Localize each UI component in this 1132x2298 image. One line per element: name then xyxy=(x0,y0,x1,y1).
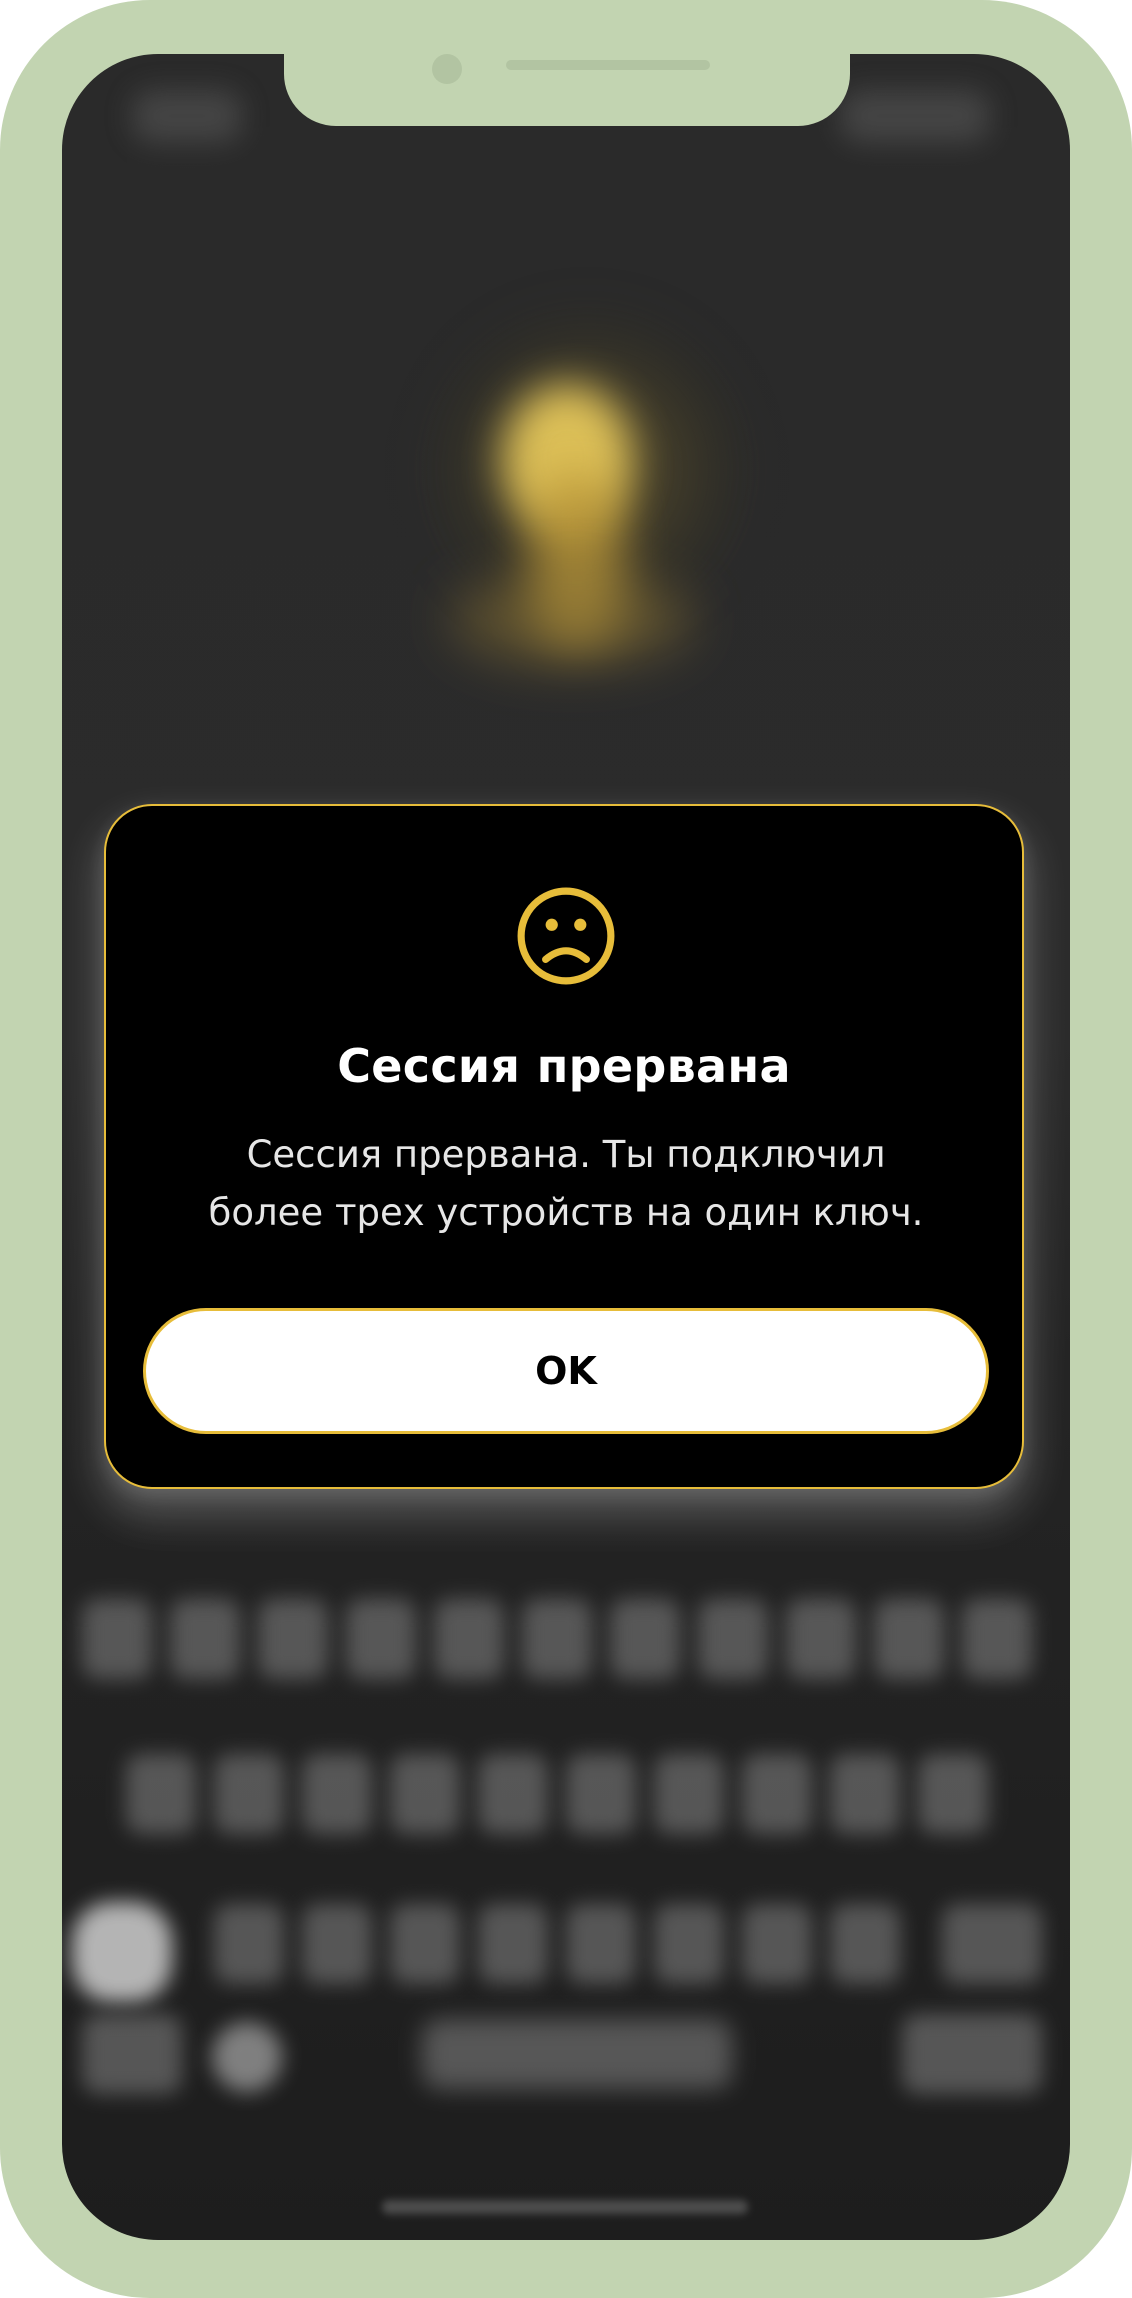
keyboard-key xyxy=(874,1599,944,1679)
keyboard-key xyxy=(258,1599,328,1679)
keyboard-key xyxy=(82,1599,152,1679)
keyboard-key xyxy=(302,1754,372,1834)
ok-button[interactable]: OK xyxy=(143,1308,989,1434)
phone-notch xyxy=(284,54,850,126)
space-bar xyxy=(422,2019,732,2089)
keyboard-key xyxy=(302,1904,372,1984)
session-ended-dialog: Сессия прервана Сессия прервана. Ты подк… xyxy=(104,804,1024,1489)
dialog-title: Сессия прервана xyxy=(337,1039,791,1093)
keyboard-key xyxy=(522,1599,592,1679)
keyboard-key xyxy=(942,1904,1042,1984)
keyboard-key xyxy=(82,2014,182,2094)
keyboard-key xyxy=(742,1754,812,1834)
keyboard-key xyxy=(214,1904,284,1984)
keyboard-key xyxy=(962,1599,1032,1679)
keyboard-key xyxy=(610,1599,680,1679)
keyboard-key xyxy=(434,1599,504,1679)
keyboard-key xyxy=(654,1904,724,1984)
status-bar-time xyxy=(132,90,242,142)
phone-screen: Сессия прервана Сессия прервана. Ты подк… xyxy=(62,54,1070,2240)
keyboard-key xyxy=(918,1754,988,1834)
dialog-message-line: более трех устройств на один ключ. xyxy=(208,1191,924,1234)
globe-key xyxy=(212,2022,282,2092)
keyboard-key xyxy=(390,1754,460,1834)
sad-face-icon xyxy=(517,887,615,985)
shift-key xyxy=(72,1902,172,2002)
keyboard-key xyxy=(478,1904,548,1984)
keyboard-key xyxy=(214,1754,284,1834)
phone-frame: Сессия прервана Сессия прервана. Ты подк… xyxy=(0,0,1132,2298)
keyboard-key xyxy=(346,1599,416,1679)
keyboard-key xyxy=(126,1754,196,1834)
keyboard-key xyxy=(478,1754,548,1834)
keyboard-key xyxy=(698,1599,768,1679)
keyboard-key xyxy=(566,1754,636,1834)
keyboard-key xyxy=(390,1904,460,1984)
home-indicator xyxy=(382,2200,748,2214)
keyboard-key xyxy=(830,1754,900,1834)
dialog-message: Сессия прервана. Ты подключил более трех… xyxy=(166,1126,966,1242)
status-bar-indicators xyxy=(840,90,990,142)
front-camera-icon xyxy=(432,54,462,84)
keyboard-key xyxy=(742,1904,812,1984)
keyboard-key xyxy=(654,1754,724,1834)
earpiece-speaker xyxy=(506,60,710,70)
keyhole-base xyxy=(452,574,692,664)
keyboard-key xyxy=(902,2014,1042,2094)
keyboard-key xyxy=(566,1904,636,1984)
keyboard-key xyxy=(170,1599,240,1679)
keyboard-key xyxy=(786,1599,856,1679)
keyboard-key xyxy=(830,1904,900,1984)
dialog-message-line: Сессия прервана. Ты подключил xyxy=(246,1133,886,1176)
